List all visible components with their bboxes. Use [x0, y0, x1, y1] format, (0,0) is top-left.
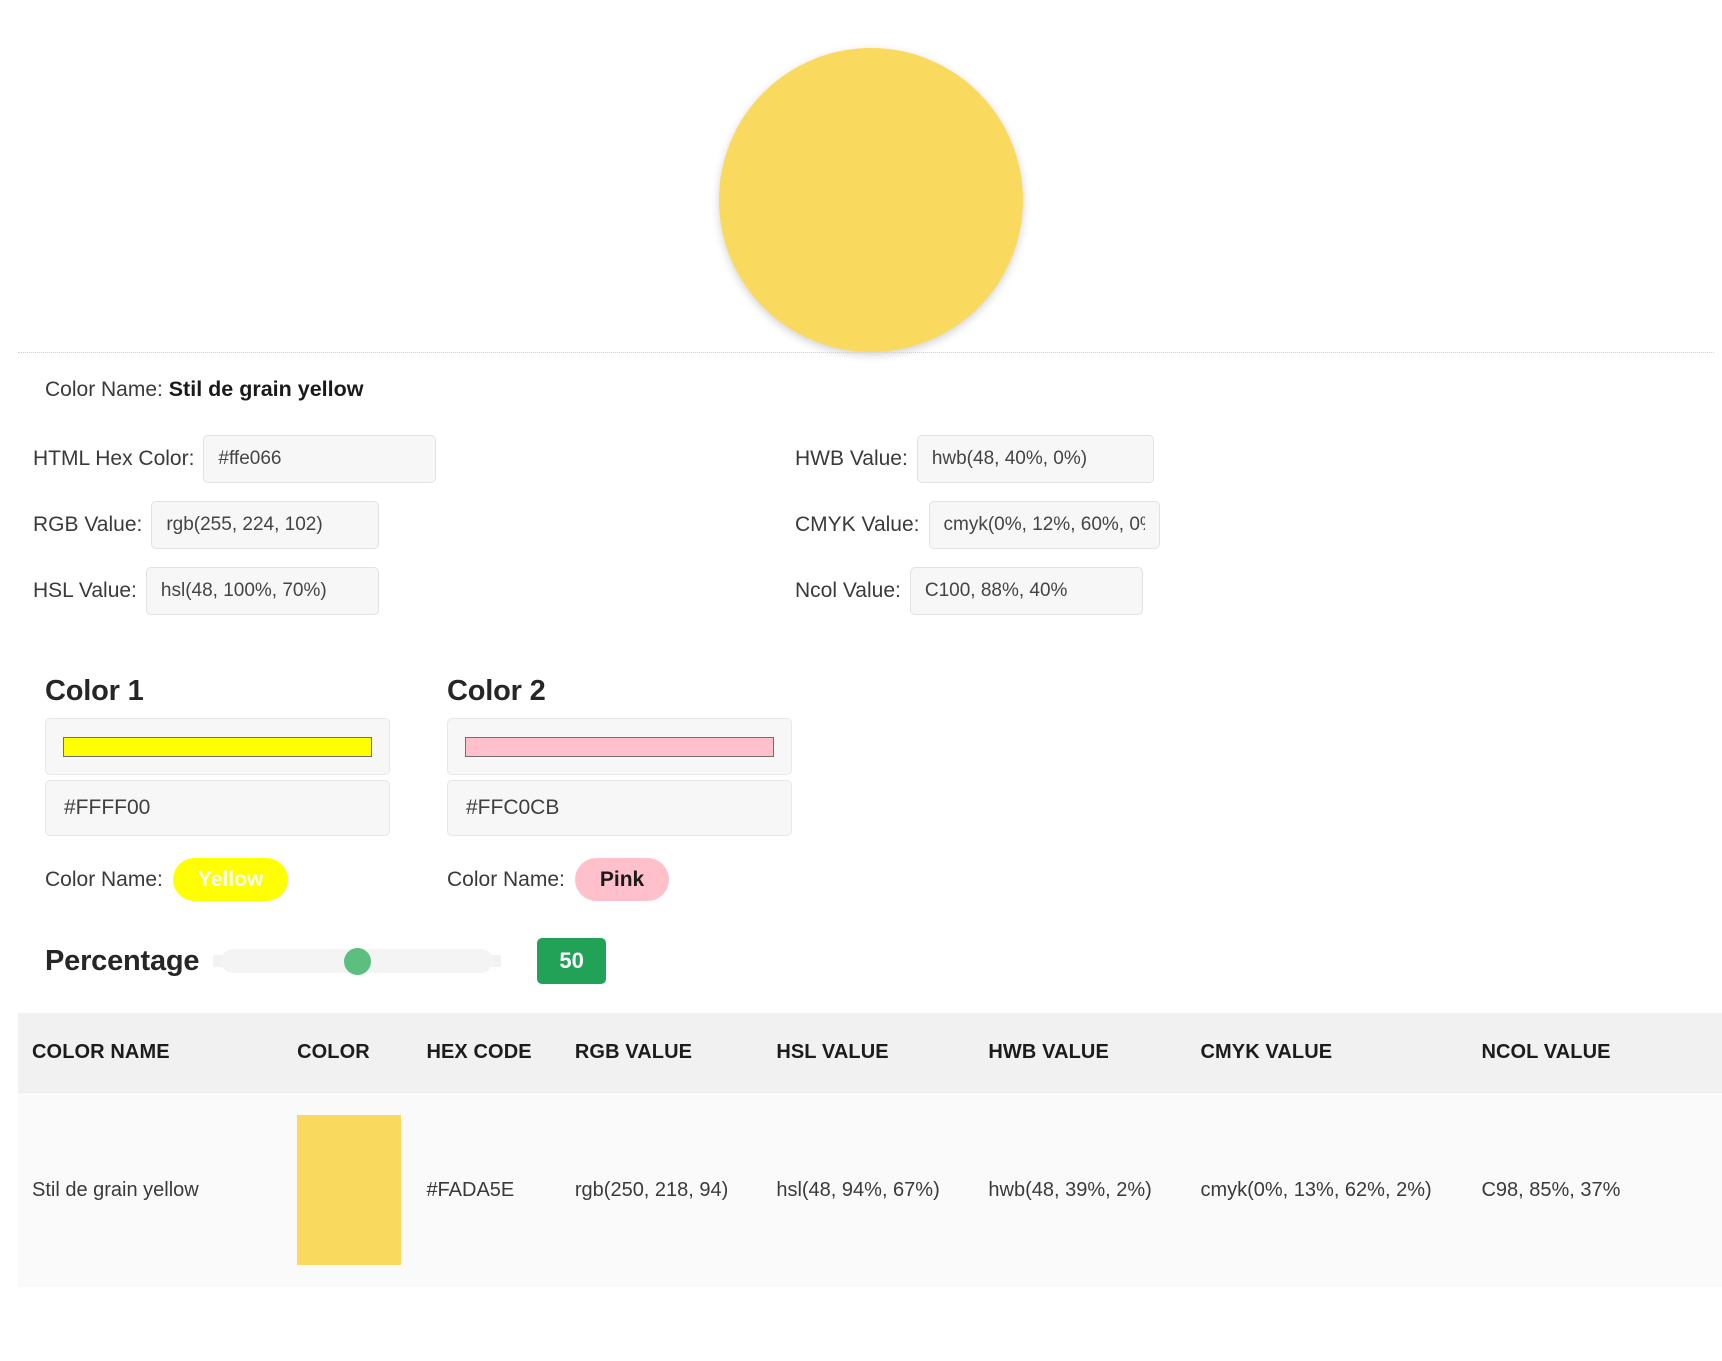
color2-name-row: Color Name: Pink: [447, 858, 792, 901]
color-name-value: Stil de grain yellow: [168, 377, 364, 401]
color1-hex-value: #FFFF00: [64, 796, 151, 819]
color1-title: Color 1: [45, 675, 144, 707]
cell-hwb-value: hwb(48, 39%, 2%): [974, 1092, 1187, 1287]
color2-swatch-input[interactable]: [447, 718, 792, 775]
hsl-input[interactable]: hsl(48, 100%, 70%): [145, 567, 379, 615]
col-header-color-name: COLOR NAME: [18, 1013, 284, 1093]
col-header-cmyk-value: CMYK VALUE: [1186, 1013, 1468, 1093]
rgb-field-row: RGB Value: rgb(255, 224, 102): [33, 501, 380, 549]
hwb-label: HWB Value:: [795, 447, 908, 470]
color-table-head: COLOR NAME COLOR HEX CODE RGB VALUE HSL …: [18, 1013, 1722, 1093]
color1-name-label: Color Name:: [45, 867, 163, 891]
col-header-ncol-value: NCOL VALUE: [1467, 1013, 1722, 1093]
percentage-control: Percentage 50: [45, 938, 606, 984]
hsl-input-value: hsl(48, 100%, 70%): [160, 580, 327, 601]
col-header-color: COLOR: [283, 1013, 413, 1093]
color2-title: Color 2: [447, 675, 546, 707]
cmyk-label: CMYK Value:: [795, 513, 920, 536]
percentage-label: Percentage: [45, 944, 200, 977]
rgb-input-value: rgb(255, 224, 102): [166, 514, 323, 535]
color2-hex-value: #FFC0CB: [466, 796, 560, 819]
color2-name-label: Color Name:: [447, 867, 565, 891]
color2-picker: Color 2 #FFC0CB Color Name: Pink: [447, 675, 792, 901]
hex-label: HTML Hex Color:: [33, 447, 195, 470]
section-divider: [18, 352, 1714, 353]
hwb-input[interactable]: hwb(48, 40%, 0%): [916, 435, 1154, 483]
color1-hex-input[interactable]: #FFFF00: [45, 780, 390, 836]
percentage-slider[interactable]: [213, 947, 502, 975]
color-table-wrapper: COLOR NAME COLOR HEX CODE RGB VALUE HSL …: [18, 1013, 1722, 1287]
color2-swatch: [465, 736, 774, 757]
cell-color-name: Stil de grain yellow: [18, 1092, 284, 1287]
cell-ncol-value: C98, 85%, 37%: [1467, 1092, 1722, 1287]
color-table-body: Stil de grain yellow #FADA5E rgb(250, 21…: [18, 1092, 1722, 1287]
hwb-input-value: hwb(48, 40%, 0%): [931, 448, 1088, 469]
cmyk-field-row: CMYK Value: cmyk(0%, 12%, 60%, 0%: [795, 501, 1160, 549]
cell-cmyk-value: cmyk(0%, 13%, 62%, 2%): [1186, 1092, 1468, 1287]
col-header-hwb-value: HWB VALUE: [974, 1013, 1187, 1093]
color2-hex-input[interactable]: #FFC0CB: [447, 780, 792, 836]
hsl-field-row: HSL Value: hsl(48, 100%, 70%): [33, 567, 379, 615]
row-color-swatch: [297, 1115, 402, 1265]
col-header-rgb-value: RGB VALUE: [560, 1013, 763, 1093]
color-preview-circle: [719, 48, 1023, 352]
cmyk-input-value: cmyk(0%, 12%, 60%, 0%: [943, 514, 1145, 535]
percentage-value-badge: 50: [537, 938, 606, 984]
rgb-input[interactable]: rgb(255, 224, 102): [151, 501, 380, 549]
color1-name-row: Color Name: Yellow: [45, 858, 390, 901]
table-row: Stil de grain yellow #FADA5E rgb(250, 21…: [18, 1092, 1722, 1287]
hex-input[interactable]: #ffe066: [203, 435, 437, 483]
color2-name-badge: Pink: [574, 858, 670, 901]
table-header-row: COLOR NAME COLOR HEX CODE RGB VALUE HSL …: [18, 1013, 1722, 1093]
col-header-hsl-value: HSL VALUE: [762, 1013, 975, 1093]
color1-name-badge: Yellow: [172, 858, 289, 901]
color-table: COLOR NAME COLOR HEX CODE RGB VALUE HSL …: [18, 1013, 1722, 1287]
color-name-label: Color Name:: [45, 378, 163, 401]
hwb-field-row: HWB Value: hwb(48, 40%, 0%): [795, 435, 1154, 483]
cell-color-swatch: [283, 1092, 413, 1287]
ncol-input[interactable]: C100, 88%, 40%: [909, 567, 1143, 615]
rgb-label: RGB Value:: [33, 513, 143, 536]
cell-hex-code: #FADA5E: [412, 1092, 561, 1287]
color-name-heading: Color Name: Stil de grain yellow: [45, 377, 363, 402]
ncol-input-value: C100, 88%, 40%: [924, 580, 1068, 601]
cell-hsl-value: hsl(48, 94%, 67%): [762, 1092, 975, 1287]
ncol-label: Ncol Value:: [795, 579, 901, 602]
col-header-hex-code: HEX CODE: [412, 1013, 561, 1093]
slider-thumb[interactable]: [343, 947, 371, 975]
hex-field-row: HTML Hex Color: #ffe066: [33, 435, 437, 483]
cell-rgb-value: rgb(250, 218, 94): [560, 1092, 763, 1287]
color1-swatch: [63, 736, 372, 757]
ncol-field-row: Ncol Value: C100, 88%, 40%: [795, 567, 1143, 615]
cmyk-input[interactable]: cmyk(0%, 12%, 60%, 0%: [928, 501, 1160, 549]
hsl-label: HSL Value:: [33, 579, 137, 602]
color1-picker: Color 1 #FFFF00 Color Name: Yellow: [45, 675, 390, 901]
hex-input-value: #ffe066: [218, 448, 282, 469]
color1-swatch-input[interactable]: [45, 718, 390, 775]
color-preview-area: [0, 0, 1722, 352]
